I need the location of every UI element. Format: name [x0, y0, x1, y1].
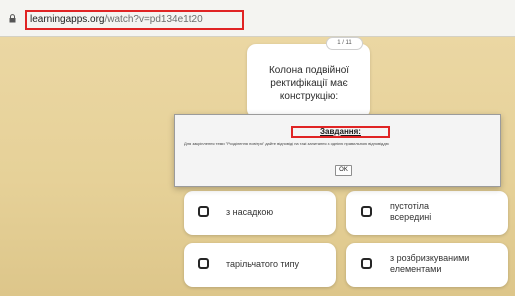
question-counter: 1 / 11	[326, 37, 363, 50]
answer-label: з насадкою	[226, 207, 274, 217]
radio-button[interactable]	[361, 258, 372, 269]
answer-label: пустотіла всередині	[390, 201, 432, 222]
lock-icon	[9, 14, 16, 23]
url-host: learningapps.org	[30, 14, 105, 25]
answer-label: з розбризкуваними елементами	[390, 253, 470, 274]
radio-button[interactable]	[361, 206, 372, 217]
url-path: /watch?v=pd134e1t20	[104, 14, 203, 25]
url-field[interactable]: learningapps.org/watch?v=pd134e1t20	[30, 14, 203, 25]
dialog-message: Для закріплення теми "Розділення повітря…	[184, 141, 389, 146]
browser-address-bar: learningapps.org/watch?v=pd134e1t20	[0, 0, 515, 37]
question-text: Колона подвійної ректифікації має констр…	[268, 65, 350, 102]
answer-label: тарільчатого типу	[226, 259, 300, 269]
dialog-title: Завдання:	[320, 127, 361, 136]
radio-button[interactable]	[198, 258, 209, 269]
alert-dialog	[174, 114, 501, 187]
radio-button[interactable]	[198, 206, 209, 217]
ok-button[interactable]: OK	[335, 165, 352, 176]
